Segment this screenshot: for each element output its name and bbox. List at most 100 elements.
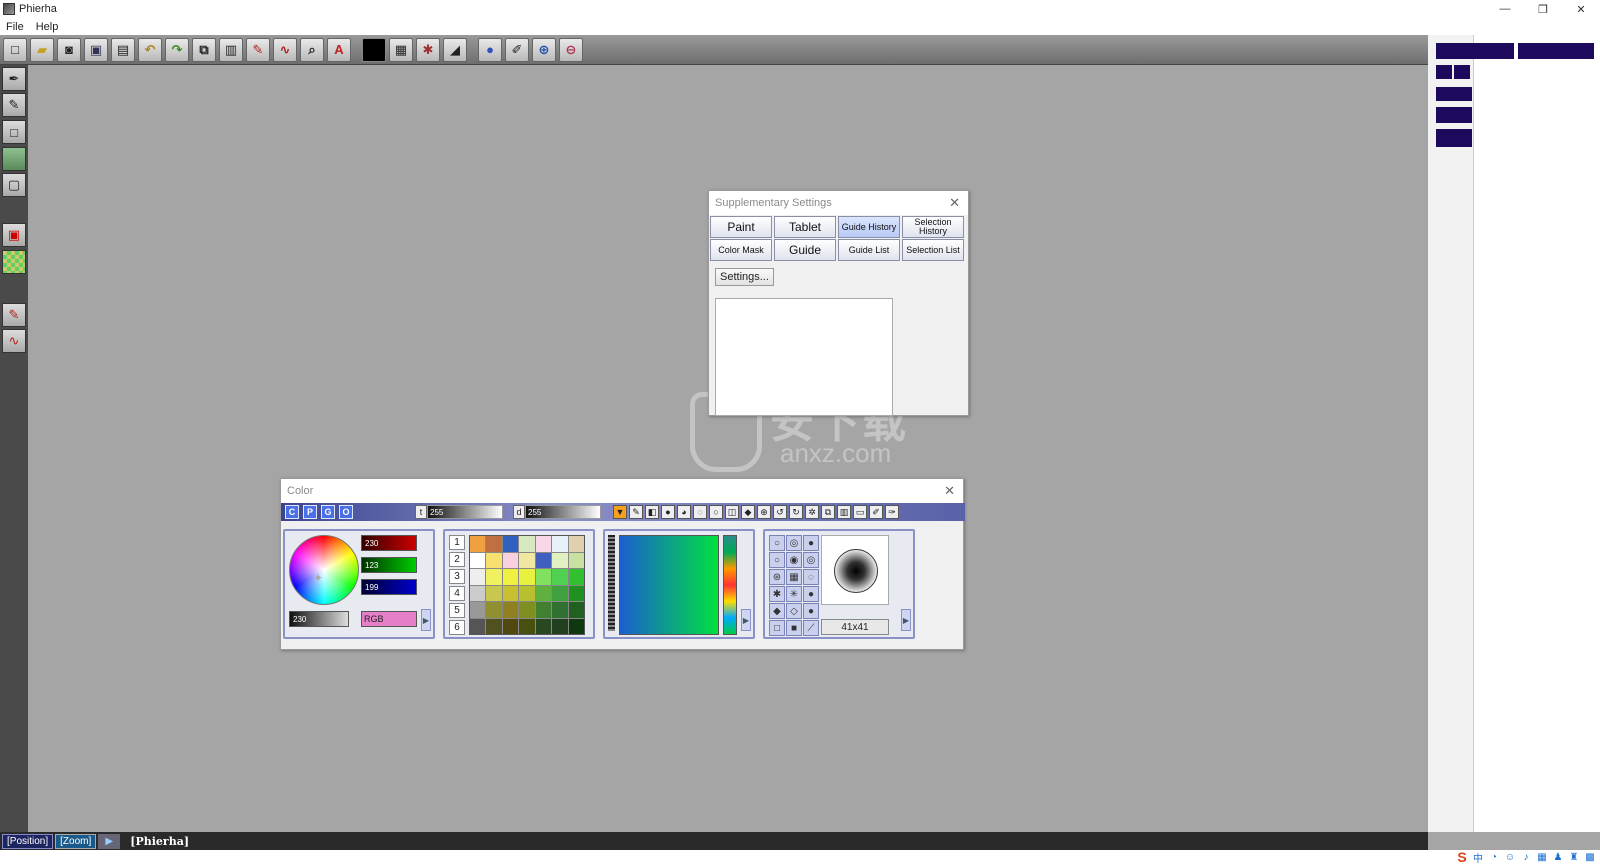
print-icon[interactable]: ▤ (111, 37, 135, 62)
palette-cell[interactable] (486, 602, 502, 618)
smudge-red-icon[interactable]: ∿ (2, 329, 26, 353)
current-color-icon[interactable] (362, 37, 386, 62)
green-slider[interactable]: 123 (361, 557, 417, 573)
blue-slider[interactable]: 199 (361, 579, 417, 595)
palette-tab-4[interactable]: 4 (449, 586, 465, 601)
ruler-icon[interactable]: ◢ (443, 37, 467, 62)
ime-logo-icon[interactable]: S (1456, 849, 1468, 865)
mode-p-button[interactable]: P (303, 505, 317, 519)
tab-guide-history[interactable]: Guide History (838, 216, 900, 238)
open-folder-icon[interactable]: ▰ (30, 37, 54, 62)
palette-cell[interactable] (502, 569, 519, 585)
save-icon[interactable]: ▣ (84, 37, 108, 62)
brush-shape[interactable]: ● (803, 535, 819, 551)
menu-file[interactable]: File (6, 21, 24, 33)
magnifier-icon[interactable]: ⌕ (300, 37, 324, 62)
palette-cell[interactable] (568, 552, 584, 568)
palette-cell[interactable] (552, 569, 568, 585)
palette-cell[interactable] (535, 569, 552, 585)
brush-shape[interactable]: ■ (786, 620, 802, 636)
palette-cell[interactable] (519, 618, 535, 634)
checker-icon[interactable]: ◧ (645, 505, 659, 519)
pen-tool-icon[interactable]: ✒ (2, 67, 26, 91)
new-file-icon[interactable]: □ (3, 37, 27, 62)
hue-strip[interactable] (723, 535, 737, 635)
brush-shape[interactable]: ◉ (786, 552, 802, 568)
brush-shape[interactable]: ⟋ (803, 620, 819, 636)
brush-red-icon[interactable]: ✎ (246, 37, 270, 62)
palette-cell[interactable] (486, 569, 502, 585)
palette-tab-6[interactable]: 6 (449, 620, 465, 635)
brush-shape[interactable]: ▦ (786, 569, 802, 585)
palette-tab-2[interactable]: 2 (449, 552, 465, 567)
square-gray-icon[interactable]: ◫ (725, 505, 739, 519)
brush-black-icon[interactable]: ✐ (869, 505, 883, 519)
zoom-out-icon[interactable]: ⊖ (559, 37, 583, 62)
layer-block-4[interactable] (1454, 65, 1470, 79)
brush-shape[interactable]: ✳ (786, 586, 802, 602)
fill-tool-icon[interactable] (2, 147, 26, 171)
brush-shape[interactable]: ◌ (803, 569, 819, 585)
palette-cell[interactable] (502, 536, 519, 552)
rotate-left-icon[interactable]: ↺ (773, 505, 787, 519)
layer-block-7[interactable] (1436, 129, 1472, 147)
brush-shape[interactable]: ⊛ (769, 569, 785, 585)
palette-cell[interactable] (470, 618, 486, 634)
tab-guide[interactable]: Guide (774, 239, 836, 261)
panel3-arrow-icon[interactable]: ▶ (741, 609, 751, 631)
ime-punct-icon[interactable]: ◔ (1488, 851, 1500, 863)
palette-cell[interactable] (552, 552, 568, 568)
palette-cell[interactable] (470, 585, 486, 601)
blob-icon[interactable]: ◕ (677, 505, 691, 519)
palette-cell[interactable] (470, 536, 486, 552)
copy-icon[interactable]: ⧉ (192, 37, 216, 62)
value-strip[interactable] (608, 535, 615, 631)
palette-cell[interactable] (552, 536, 568, 552)
brush-shape[interactable]: □ (769, 620, 785, 636)
palette-cell[interactable] (568, 536, 584, 552)
brush-shape[interactable]: ◇ (786, 603, 802, 619)
palette-cell[interactable] (552, 585, 568, 601)
palette-cell[interactable] (519, 569, 535, 585)
supp-list-box[interactable] (715, 298, 893, 416)
panel1-arrow-icon[interactable]: ▶ (421, 609, 431, 631)
layer-block-2[interactable] (1518, 43, 1594, 59)
copy-mini-icon[interactable]: ⧉ (821, 505, 835, 519)
color-wheel[interactable] (289, 535, 359, 605)
color-close-icon[interactable]: ✕ (944, 483, 955, 499)
palette-tab-5[interactable]: 5 (449, 603, 465, 618)
emoji-icon[interactable]: ☺ (1504, 851, 1516, 863)
layer-block-1[interactable] (1436, 43, 1514, 59)
tab-color-mask[interactable]: Color Mask (710, 239, 772, 261)
palette-cell[interactable] (552, 618, 568, 634)
tab-paint[interactable]: Paint (710, 216, 772, 238)
restore-button[interactable]: ❐ (1524, 0, 1562, 18)
tab-tablet[interactable]: Tablet (774, 216, 836, 238)
sparkle-icon[interactable]: ✲ (805, 505, 819, 519)
brush-shape[interactable]: ○ (769, 535, 785, 551)
mic-icon[interactable]: ♪ (1520, 851, 1532, 863)
dot-icon[interactable]: ● (661, 505, 675, 519)
palette-cell[interactable] (568, 602, 584, 618)
camera-icon[interactable]: ◙ (57, 37, 81, 62)
shirt-icon[interactable]: ♜ (1568, 851, 1580, 863)
palette-cell[interactable] (519, 602, 535, 618)
palette-cell[interactable] (535, 536, 552, 552)
mode-c-button[interactable]: C (285, 505, 299, 519)
circle-gray-icon[interactable]: ○ (709, 505, 723, 519)
palette-cell[interactable] (486, 552, 502, 568)
redo-icon[interactable]: ↷ (165, 37, 189, 62)
ime-chinese-icon[interactable]: 中 (1472, 851, 1484, 865)
brush-shape[interactable]: ✱ (769, 586, 785, 602)
tab-selection-list[interactable]: Selection List (902, 239, 964, 261)
text-tool-icon[interactable]: A (327, 37, 351, 62)
zoom-indicator[interactable]: [Zoom] (55, 833, 97, 849)
palette-cell[interactable] (486, 585, 502, 601)
layer-block-6[interactable] (1436, 107, 1472, 123)
palette-cell[interactable] (535, 618, 552, 634)
pen-settings-icon[interactable]: ✐ (505, 37, 529, 62)
palette-cell[interactable] (568, 569, 584, 585)
rotate-right-icon[interactable]: ↻ (789, 505, 803, 519)
close-button[interactable]: ✕ (1562, 0, 1600, 18)
settings-button[interactable]: Settings... (715, 268, 774, 286)
